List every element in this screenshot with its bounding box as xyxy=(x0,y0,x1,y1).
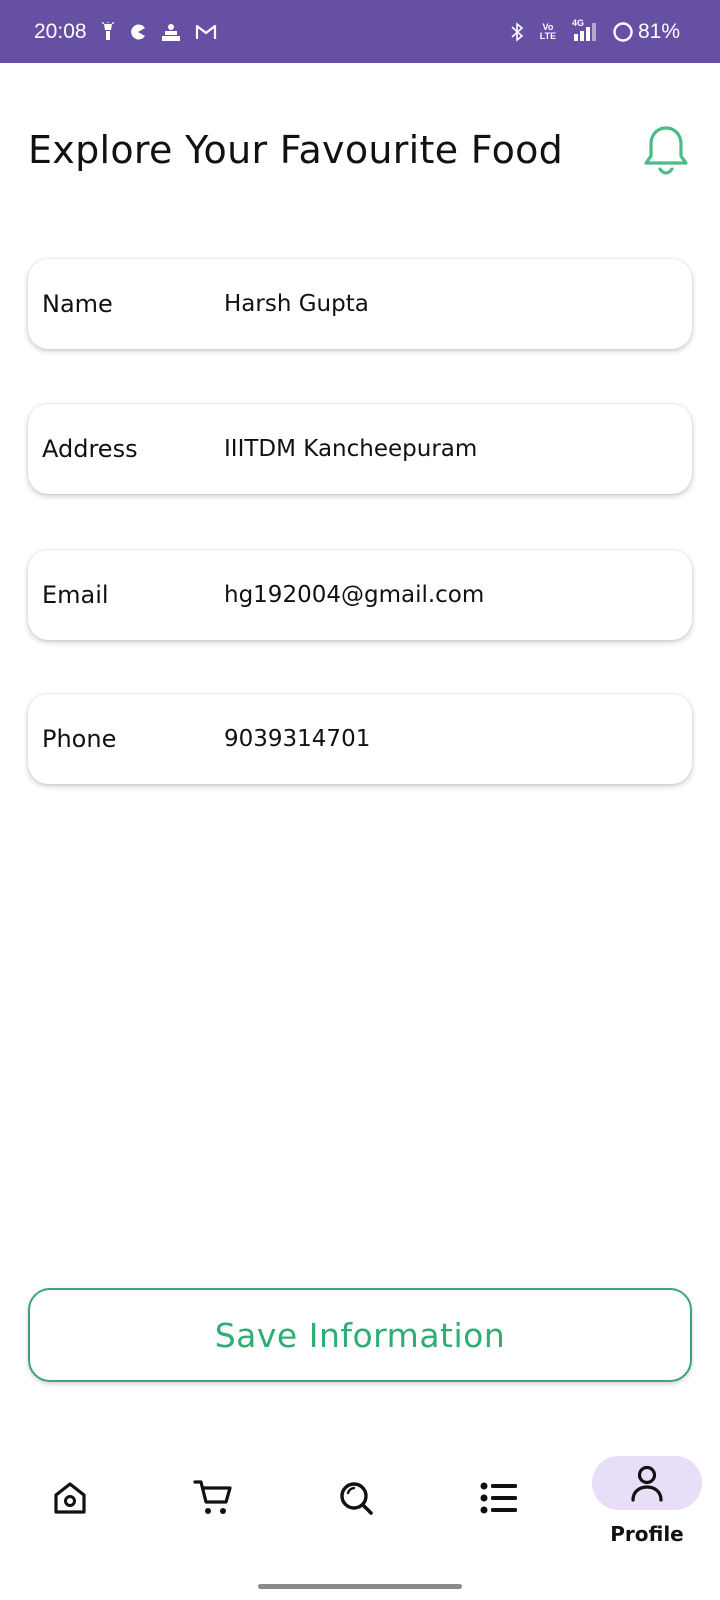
bottom-navigation: Profile xyxy=(0,1440,720,1560)
nav-orders[interactable] xyxy=(449,1440,549,1560)
email-field[interactable]: Email hg192004@gmail.com xyxy=(28,550,692,640)
nav-profile-label: Profile xyxy=(610,1522,684,1546)
name-field[interactable]: Name Harsh Gupta xyxy=(28,259,692,349)
nav-home[interactable] xyxy=(20,1440,120,1560)
news-icon xyxy=(161,22,181,42)
signal-icon: 4G xyxy=(571,17,598,42)
status-left: 20:08 xyxy=(34,20,217,44)
gmail-icon xyxy=(195,23,217,41)
volte-icon: Vo LTE xyxy=(539,21,557,41)
search-icon xyxy=(336,1478,376,1518)
field-label: Name xyxy=(42,290,113,318)
active-indicator xyxy=(592,1456,702,1510)
address-input[interactable]: IIITDM Kancheepuram xyxy=(224,436,477,462)
battery-icon xyxy=(612,21,634,43)
field-label: Address xyxy=(42,435,138,463)
header: Explore Your Favourite Food xyxy=(28,118,692,182)
network-type: 4G xyxy=(571,17,584,28)
name-input[interactable]: Harsh Gupta xyxy=(224,291,369,317)
flashlight-icon xyxy=(101,21,115,42)
nav-cart[interactable] xyxy=(163,1440,263,1560)
page-title: Explore Your Favourite Food xyxy=(28,128,564,172)
nav-profile[interactable]: Profile xyxy=(592,1440,702,1560)
battery-percent: 81% xyxy=(637,19,680,43)
status-bar: 20:08 Vo LTE 4G 81% xyxy=(0,0,720,63)
home-indicator[interactable] xyxy=(258,1584,462,1589)
list-icon xyxy=(479,1478,519,1518)
address-field[interactable]: Address IIITDM Kancheepuram xyxy=(28,404,692,494)
nav-search[interactable] xyxy=(306,1440,406,1560)
home-icon xyxy=(50,1478,90,1518)
save-information-button[interactable]: Save Information xyxy=(28,1288,692,1382)
field-label: Phone xyxy=(42,725,117,753)
bell-icon[interactable] xyxy=(640,122,692,178)
phone-field[interactable]: Phone 9039314701 xyxy=(28,694,692,784)
email-input[interactable]: hg192004@gmail.com xyxy=(224,582,484,608)
pacman-icon xyxy=(129,23,147,41)
field-label: Email xyxy=(42,581,109,609)
phone-input[interactable]: 9039314701 xyxy=(224,726,370,752)
bluetooth-icon xyxy=(510,21,524,42)
status-right: Vo LTE 4G 81% xyxy=(510,17,680,44)
profile-icon xyxy=(629,1464,665,1502)
status-time: 20:08 xyxy=(34,19,87,43)
cart-icon xyxy=(193,1478,233,1518)
